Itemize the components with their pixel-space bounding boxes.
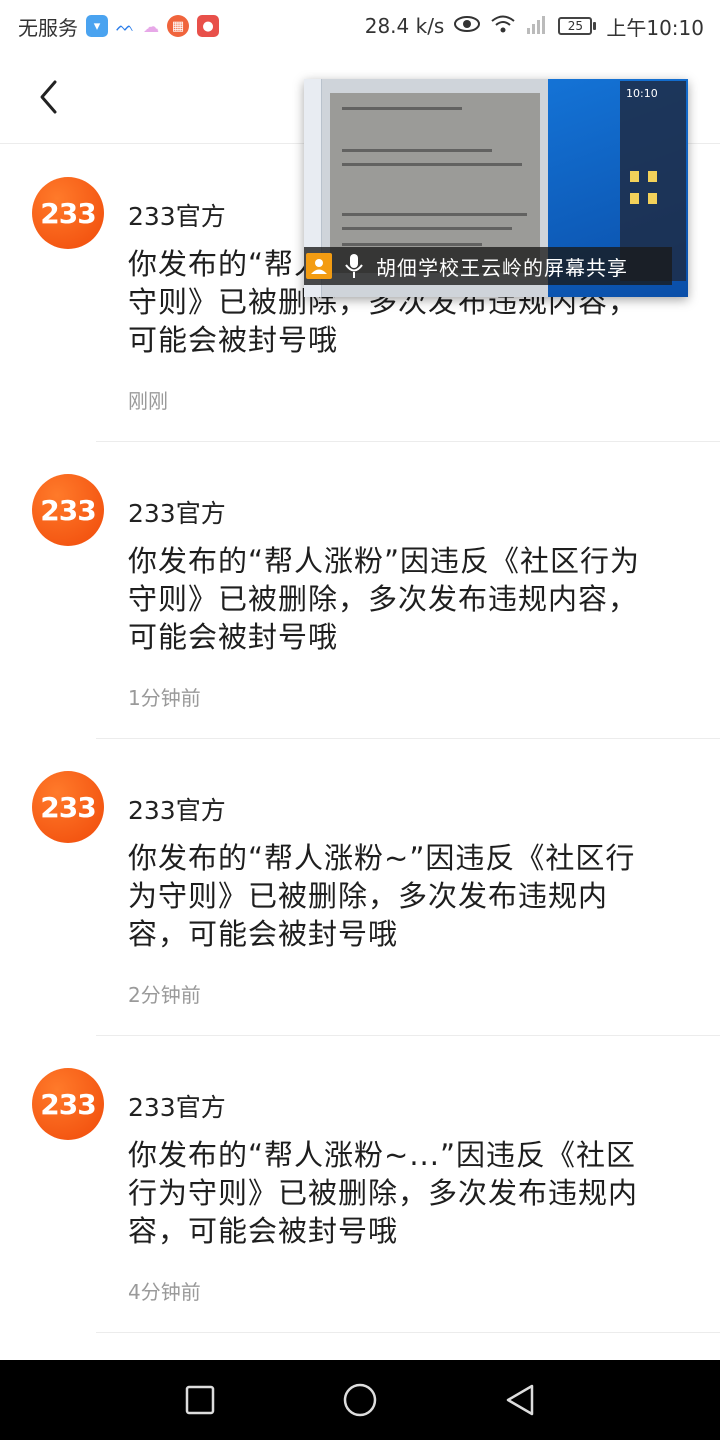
status-right: 28.4 k/s 25 上午10:10 [365,12,704,41]
message-time: 刚刚 [128,389,168,413]
sender-name: 233官方 [128,796,226,825]
person-icon [306,253,332,279]
screen-share-window[interactable]: 10:10 胡佃学校王云岭的屏幕共享 [304,79,688,297]
message-content: 你发布的“帮人涨粉~”因违反《社区行为守则》已被删除，多次发布违规内容，可能会被… [128,841,636,951]
desktop-clock: 10:10 [626,87,658,100]
chevron-left-icon [40,80,57,114]
back-button[interactable] [24,72,74,122]
message-content: 你发布的“帮人涨粉”因违反《社区行为守则》已被删除，多次发布违规内容，可能会被封… [128,544,641,654]
avatar[interactable]: 233 [32,771,104,843]
recents-button[interactable] [170,1370,230,1430]
message-list: 233 233官方 你发布的“帮人涨粉”因违反《社区行为守则》已被删除，多次发布… [0,145,720,1333]
microphone-icon [342,252,366,280]
mic-app-icon: ● [197,15,220,37]
message-item[interactable]: 233 233官方 你发布的“帮人涨粉”因违反《社区行为守则》已被删除，多次发布… [0,442,720,739]
folder-icon [648,193,657,204]
folder-icon [648,171,657,182]
message-time: 1分钟前 [128,686,201,710]
signal-icon [526,14,548,39]
status-left: 无服务 ▾ ᨓ ☁ ▦ ● [18,12,220,41]
status-bar: 无服务 ▾ ᨓ ☁ ▦ ● 28.4 k/s 25 上午10:10 [0,0,720,52]
carrier-text: 无服务 [18,15,78,40]
back-nav-button[interactable] [490,1370,550,1430]
folder-icon [630,193,639,204]
home-circle-icon [343,1383,377,1417]
share-caption-text: 胡佃学校王云岭的屏幕共享 [376,255,628,280]
avatar[interactable]: 233 [32,474,104,546]
grid-app-icon: ▦ [167,15,190,37]
divider [96,1332,720,1333]
home-button[interactable] [330,1370,390,1430]
sender-name: 233官方 [128,202,226,231]
message-item[interactable]: 233 233官方 你发布的“帮人涨粉~...”因违反《社区行为守则》已被删除，… [0,1036,720,1333]
shield-app-icon: ▾ [86,15,108,37]
avatar[interactable]: 233 [32,1068,104,1140]
folder-icon [630,171,639,182]
avatar[interactable]: 233 [32,177,104,249]
message-time: 4分钟前 [128,1280,201,1304]
eye-icon [454,14,481,38]
shared-document-image [330,93,540,273]
share-caption-bar: 胡佃学校王云岭的屏幕共享 [304,247,672,285]
bird-app-icon: ᨓ [116,16,136,35]
net-speed: 28.4 k/s [364,14,445,38]
battery-icon: 25 [558,17,597,35]
cloud-app-icon: ☁ [143,16,160,36]
message-time: 2分钟前 [128,983,201,1007]
status-time: 上午10:10 [606,15,704,40]
message-content: 你发布的“帮人涨粉~...”因违反《社区行为守则》已被删除，多次发布违规内容，可… [128,1138,639,1248]
back-triangle-icon [506,1384,534,1416]
sender-name: 233官方 [128,1093,226,1122]
battery-level: 25 [558,17,593,35]
sender-name: 233官方 [128,499,226,528]
navigation-bar [0,1360,720,1440]
message-item[interactable]: 233 233官方 你发布的“帮人涨粉~”因违反《社区行为守则》已被删除，多次发… [0,739,720,1036]
recents-square-icon [185,1385,215,1415]
wifi-icon [490,14,516,39]
